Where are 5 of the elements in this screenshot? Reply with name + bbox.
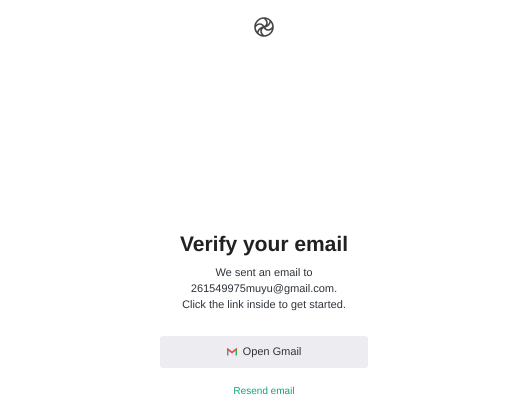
logo-icon	[252, 15, 276, 39]
message-text: We sent an email to 261549975muyu@gmail.com. Click the link inside to get started.	[182, 266, 346, 313]
open-gmail-button[interactable]: Open Gmail	[160, 336, 368, 368]
page-title: Verify your email	[180, 234, 348, 255]
mail-icon	[226, 348, 237, 356]
